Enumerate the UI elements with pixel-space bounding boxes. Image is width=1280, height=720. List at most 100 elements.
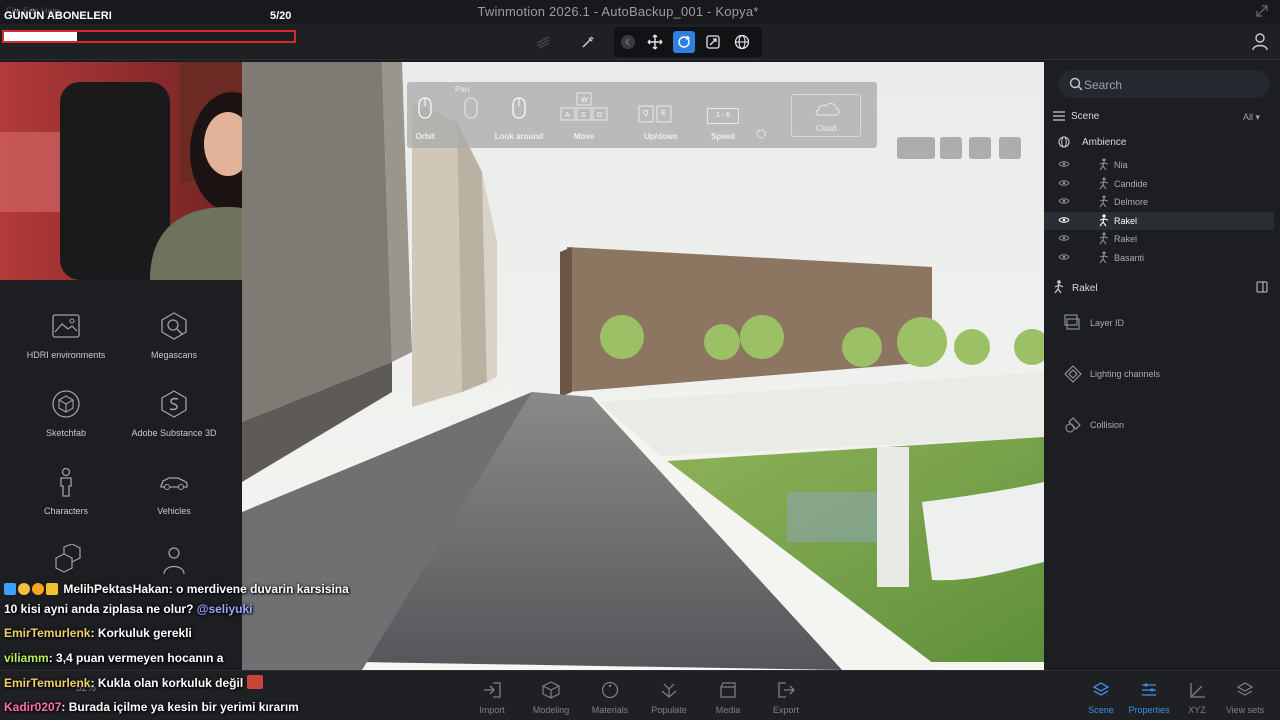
- layers-icon[interactable]: [532, 31, 554, 53]
- key-q: Q: [643, 110, 649, 117]
- scene-layers-icon: [1091, 681, 1111, 699]
- tree-item-label: Rakel: [1114, 234, 1138, 244]
- eye-icon[interactable]: [1058, 197, 1070, 205]
- scale-icon[interactable]: [702, 31, 724, 53]
- chat-username[interactable]: EmirTemurlenk: [4, 626, 90, 640]
- xyz-axis-icon: [1187, 681, 1207, 699]
- move-icon[interactable]: [644, 31, 666, 53]
- globe-icon: [1058, 136, 1070, 148]
- rotate-icon[interactable]: [673, 31, 695, 53]
- globe-icon[interactable]: [731, 31, 753, 53]
- chat-text: : Burada içilme ya kesin bir yerimi kıra…: [61, 700, 299, 714]
- properties-title: Rakel: [1072, 283, 1098, 294]
- chat-mention[interactable]: @seliyuki: [197, 602, 253, 616]
- tab-import[interactable]: Import: [464, 681, 520, 715]
- right-panel: Search Scene All ▾ Ambience Nia Candide De…: [1044, 62, 1280, 670]
- chat-username[interactable]: Kadir0207: [4, 700, 61, 714]
- library-item-people[interactable]: [120, 544, 228, 584]
- orbit-label: Orbit: [415, 132, 435, 141]
- property-label: Lighting channels: [1090, 369, 1161, 379]
- circle-tool-icon[interactable]: [617, 31, 639, 53]
- chat-message: viliamm: 3,4 puan vermeyen hocanın a: [4, 651, 223, 665]
- property-lighting-channels[interactable]: Lighting channels: [1064, 365, 1160, 383]
- materials-icon: [600, 681, 620, 699]
- library-item-vehicles[interactable]: Vehicles: [120, 466, 228, 516]
- 3d-viewport[interactable]: [242, 62, 1044, 670]
- chat-text: : o merdivene duvarin karsisina: [168, 582, 349, 596]
- eye-icon[interactable]: [1058, 160, 1070, 168]
- person-suit-icon: [158, 544, 190, 576]
- pan-label: Pan: [455, 85, 470, 94]
- eye-icon[interactable]: [1058, 253, 1070, 261]
- panel-toggle-icon[interactable]: [1256, 281, 1268, 293]
- library-item-characters[interactable]: Characters: [12, 466, 120, 516]
- library-item-megascans[interactable]: Megascans: [120, 310, 228, 360]
- tab-label: Import: [479, 705, 505, 715]
- tree-item-label: Delmore: [1114, 197, 1149, 207]
- library-item-substance[interactable]: Adobe Substance 3D: [120, 388, 228, 438]
- key-d: D: [597, 112, 602, 119]
- library-item-label: Characters: [43, 506, 88, 516]
- scene-filter-value: All: [1243, 112, 1254, 122]
- tab-label: View sets: [1225, 705, 1265, 715]
- list-icon: [1053, 111, 1065, 121]
- tab-view-sets[interactable]: View sets: [1217, 681, 1273, 715]
- property-layer-id[interactable]: Layer ID: [1064, 314, 1124, 332]
- chat-text: : Kukla olan korkuluk değil: [90, 676, 244, 690]
- library-item-objects[interactable]: [12, 544, 120, 584]
- walking-person-icon: [1053, 280, 1065, 294]
- character-icon: [50, 466, 82, 498]
- viewport-menu-button[interactable]: [897, 137, 935, 159]
- bits-badge-icon: [46, 583, 58, 595]
- chat-username[interactable]: viliamm: [4, 651, 49, 665]
- vehicle-icon: [158, 466, 190, 498]
- library-item-label: Adobe Substance 3D: [131, 428, 217, 438]
- wasd-keys-icon: W A S D: [557, 92, 613, 126]
- viewport-screen-icon[interactable]: [940, 137, 962, 159]
- search-input[interactable]: Search: [1058, 70, 1270, 98]
- library-item-sketchfab[interactable]: Sketchfab: [12, 388, 120, 438]
- subscriber-goal-title: GÜNÜN ABONELERI: [4, 10, 112, 22]
- walking-person-icon: [1099, 250, 1109, 264]
- walking-person-icon: [1099, 176, 1109, 190]
- tab-media[interactable]: Media: [700, 681, 756, 715]
- tab-materials[interactable]: Materials: [582, 681, 638, 715]
- chat-username[interactable]: MelihPektasHakan: [63, 582, 168, 596]
- tree-item[interactable]: Rakel: [1044, 211, 1274, 230]
- eye-icon[interactable]: [1058, 179, 1070, 187]
- number-badge-icon: [32, 583, 44, 595]
- library-item-label: HDRI environments: [26, 350, 106, 360]
- eye-icon[interactable]: [1058, 216, 1070, 224]
- tab-populate[interactable]: Populate: [641, 681, 697, 715]
- moon-badge-icon: [18, 583, 30, 595]
- tab-export[interactable]: Export: [758, 681, 814, 715]
- emote-icon: [246, 675, 263, 689]
- tree-item[interactable]: Delmore: [1044, 193, 1274, 211]
- tree-item[interactable]: Basanti: [1044, 249, 1274, 267]
- cloud-button[interactable]: Cloud: [791, 94, 861, 137]
- tree-item[interactable]: Candide: [1044, 175, 1274, 193]
- pan-mouse-icon: [463, 96, 479, 120]
- user-icon[interactable]: [1250, 32, 1270, 52]
- tree-item[interactable]: Nia: [1044, 156, 1274, 174]
- subscriber-goal-count: 5/20: [270, 10, 292, 22]
- chat-username[interactable]: EmirTemurlenk: [4, 676, 90, 690]
- export-icon: [776, 681, 796, 699]
- maximize-icon[interactable]: [1254, 3, 1270, 19]
- library-item-hdri[interactable]: HDRI environments: [12, 310, 120, 360]
- scene-filter-dropdown[interactable]: All ▾: [1243, 112, 1260, 123]
- key-w: W: [581, 97, 588, 104]
- subscriber-goal-bar: [2, 30, 296, 43]
- tree-item[interactable]: Rakel: [1044, 230, 1274, 248]
- property-collision[interactable]: Collision: [1064, 416, 1124, 434]
- tree-ambience[interactable]: Ambience: [1082, 137, 1126, 148]
- fullscreen-icon[interactable]: [969, 137, 991, 159]
- eyedropper-icon[interactable]: [577, 31, 599, 53]
- tab-modeling[interactable]: Modeling: [523, 681, 579, 715]
- tab-label: Media: [715, 705, 741, 715]
- library-item-label: Sketchfab: [45, 428, 87, 438]
- eye-icon[interactable]: [999, 137, 1021, 159]
- tab-label: Populate: [651, 705, 687, 715]
- settings-gear-icon[interactable]: [755, 128, 767, 140]
- eye-icon[interactable]: [1058, 234, 1070, 242]
